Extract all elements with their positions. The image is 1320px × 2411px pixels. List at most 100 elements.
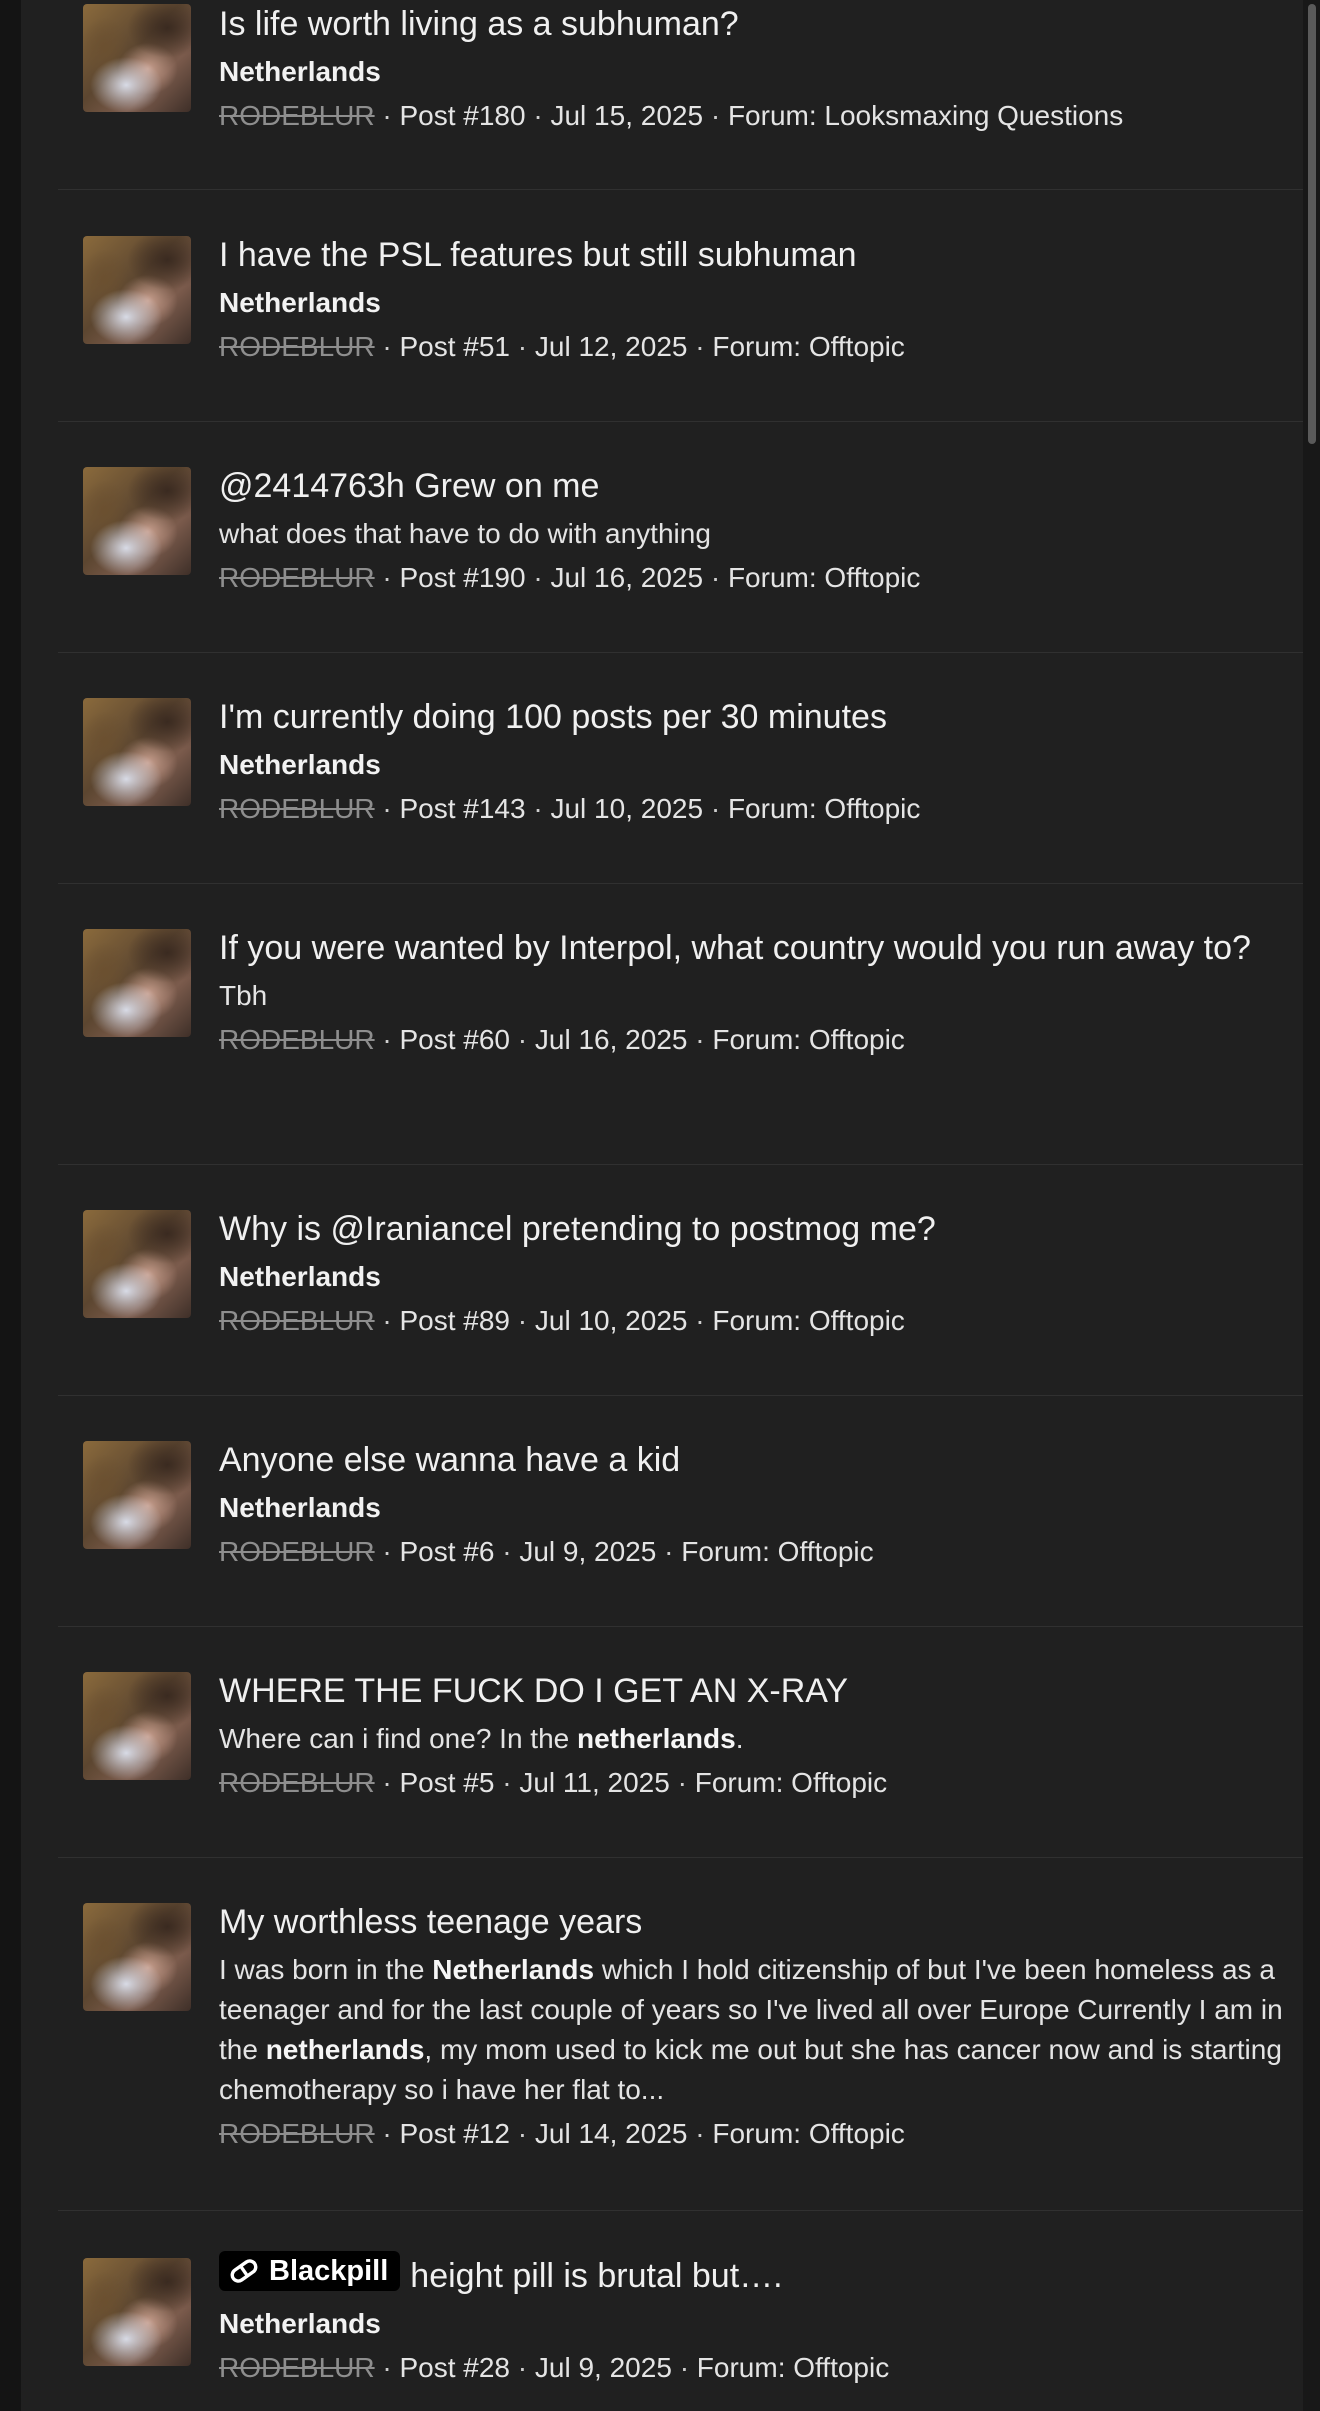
post-number[interactable]: Post #51 bbox=[399, 331, 510, 362]
username[interactable]: RODEBLUR bbox=[219, 2352, 375, 2383]
meta-separator: · bbox=[382, 562, 392, 593]
result-snippet: Netherlands bbox=[219, 287, 381, 318]
forum-link[interactable]: Forum: Offtopic bbox=[697, 2352, 889, 2383]
username[interactable]: RODEBLUR bbox=[219, 100, 375, 131]
meta-separator: · bbox=[382, 1305, 392, 1336]
scrollbar-track[interactable] bbox=[1303, 0, 1320, 2411]
meta-separator: · bbox=[382, 2118, 392, 2149]
username[interactable]: RODEBLUR bbox=[219, 1767, 375, 1798]
post-number[interactable]: Post #89 bbox=[399, 1305, 510, 1336]
result-meta: RODEBLUR · Post #28 · Jul 9, 2025 · Foru… bbox=[219, 2348, 1284, 2388]
result-snippet: Netherlands bbox=[219, 1492, 381, 1523]
forum-link[interactable]: Forum: Offtopic bbox=[728, 793, 920, 824]
meta-separator: · bbox=[382, 793, 392, 824]
prefix-label[interactable]: Blackpill bbox=[219, 2251, 401, 2291]
post-date: Jul 12, 2025 bbox=[534, 331, 688, 362]
meta-separator: · bbox=[382, 331, 392, 362]
meta-separator: · bbox=[677, 1767, 687, 1798]
post-date: Jul 16, 2025 bbox=[534, 1024, 688, 1055]
meta-separator: · bbox=[502, 1536, 512, 1567]
meta-separator: · bbox=[664, 1536, 674, 1567]
result-title-text[interactable]: height pill is brutal but…. bbox=[410, 2257, 782, 2295]
scrollbar-thumb[interactable] bbox=[1308, 4, 1316, 444]
post-number[interactable]: Post #6 bbox=[399, 1536, 494, 1567]
avatar[interactable] bbox=[83, 1441, 191, 1549]
avatar[interactable] bbox=[83, 236, 191, 344]
result-title[interactable]: I'm currently doing 100 posts per 30 min… bbox=[219, 693, 1284, 741]
result-title[interactable]: I have the PSL features but still subhum… bbox=[219, 231, 1284, 279]
username[interactable]: RODEBLUR bbox=[219, 1536, 375, 1567]
result-snippet: Netherlands bbox=[219, 749, 381, 780]
meta-separator: · bbox=[695, 1305, 705, 1336]
search-result: Blackpill height pill is brutal but…. Ne… bbox=[58, 2211, 1304, 2411]
post-number[interactable]: Post #60 bbox=[399, 1024, 510, 1055]
result-meta: RODEBLUR · Post #190 · Jul 16, 2025 · Fo… bbox=[219, 558, 1284, 598]
avatar[interactable] bbox=[83, 2258, 191, 2366]
meta-separator: · bbox=[502, 1767, 512, 1798]
result-title[interactable]: If you were wanted by Interpol, what cou… bbox=[219, 924, 1284, 972]
post-number[interactable]: Post #5 bbox=[399, 1767, 494, 1798]
forum-link[interactable]: Forum: Offtopic bbox=[712, 331, 904, 362]
forum-link[interactable]: Forum: Offtopic bbox=[695, 1767, 887, 1798]
meta-separator: · bbox=[382, 2352, 392, 2383]
forum-link[interactable]: Forum: Offtopic bbox=[712, 1305, 904, 1336]
username[interactable]: RODEBLUR bbox=[219, 2118, 375, 2149]
search-highlight: netherlands bbox=[577, 1723, 736, 1754]
meta-separator: · bbox=[679, 2352, 690, 2383]
forum-link[interactable]: Forum: Offtopic bbox=[712, 1024, 904, 1055]
username[interactable]: RODEBLUR bbox=[219, 1305, 375, 1336]
result-title[interactable]: WHERE THE FUCK DO I GET AN X-RAY bbox=[219, 1667, 1284, 1715]
result-snippet: Netherlands bbox=[219, 2308, 381, 2339]
forum-link[interactable]: Forum: Offtopic bbox=[712, 2118, 904, 2149]
search-highlight: Netherlands bbox=[432, 1954, 595, 1985]
post-number[interactable]: Post #28 bbox=[399, 2352, 510, 2383]
meta-separator: · bbox=[710, 100, 721, 131]
post-number[interactable]: Post #12 bbox=[399, 2118, 510, 2149]
avatar[interactable] bbox=[83, 698, 191, 806]
result-title[interactable]: Anyone else wanna have a kid bbox=[219, 1436, 1284, 1484]
post-number[interactable]: Post #143 bbox=[399, 793, 525, 824]
search-highlight: netherlands bbox=[265, 2034, 425, 2065]
search-result: WHERE THE FUCK DO I GET AN X-RAY Where c… bbox=[58, 1627, 1304, 1858]
avatar[interactable] bbox=[83, 1210, 191, 1318]
avatar[interactable] bbox=[83, 4, 191, 112]
meta-separator: · bbox=[533, 793, 543, 824]
username[interactable]: RODEBLUR bbox=[219, 331, 375, 362]
post-date: Jul 11, 2025 bbox=[519, 1767, 670, 1798]
post-number[interactable]: Post #180 bbox=[399, 100, 525, 131]
forum-link[interactable]: Forum: Offtopic bbox=[728, 562, 920, 593]
result-meta: RODEBLUR · Post #180 · Jul 15, 2025 · Fo… bbox=[219, 96, 1284, 136]
blackpill-icon bbox=[230, 2259, 258, 2283]
meta-separator: · bbox=[533, 100, 543, 131]
result-title[interactable]: Why is @Iraniancel pretending to postmog… bbox=[219, 1205, 1284, 1253]
result-title[interactable]: My worthless teenage years bbox=[219, 1898, 1284, 1946]
result-meta: RODEBLUR · Post #60 · Jul 16, 2025 · For… bbox=[219, 1020, 1284, 1060]
avatar[interactable] bbox=[83, 1903, 191, 2011]
forum-link[interactable]: Forum: Offtopic bbox=[681, 1536, 873, 1567]
search-result: I have the PSL features but still subhum… bbox=[58, 191, 1304, 422]
meta-separator: · bbox=[517, 1305, 528, 1336]
avatar[interactable] bbox=[83, 1672, 191, 1780]
result-snippet: Tbh bbox=[219, 980, 268, 1011]
avatar[interactable] bbox=[83, 467, 191, 575]
avatar[interactable] bbox=[83, 929, 191, 1037]
meta-separator: · bbox=[382, 1536, 392, 1567]
post-date: Jul 16, 2025 bbox=[550, 562, 704, 593]
post-date: Jul 10, 2025 bbox=[550, 793, 704, 824]
username[interactable]: RODEBLUR bbox=[219, 793, 375, 824]
result-title[interactable]: Is life worth living as a subhuman? bbox=[219, 0, 1284, 48]
result-meta: RODEBLUR · Post #143 · Jul 10, 2025 · Fo… bbox=[219, 789, 1284, 829]
post-date: Jul 15, 2025 bbox=[550, 100, 704, 131]
result-title[interactable]: Blackpill height pill is brutal but…. bbox=[219, 2251, 1284, 2300]
forum-link[interactable]: Forum: Looksmaxing Questions bbox=[728, 100, 1123, 131]
username[interactable]: RODEBLUR bbox=[219, 1024, 375, 1055]
result-title[interactable]: @2414763h Grew on me bbox=[219, 462, 1284, 510]
meta-separator: · bbox=[710, 562, 721, 593]
post-number[interactable]: Post #190 bbox=[399, 562, 525, 593]
search-results-panel: Is life worth living as a subhuman? Neth… bbox=[21, 0, 1304, 2411]
meta-separator: · bbox=[517, 331, 528, 362]
username[interactable]: RODEBLUR bbox=[219, 562, 375, 593]
search-result: @2414763h Grew on me what does that have… bbox=[58, 422, 1304, 653]
result-snippet: Where can i find one? In the netherlands… bbox=[219, 1723, 744, 1754]
meta-separator: · bbox=[517, 2118, 528, 2149]
